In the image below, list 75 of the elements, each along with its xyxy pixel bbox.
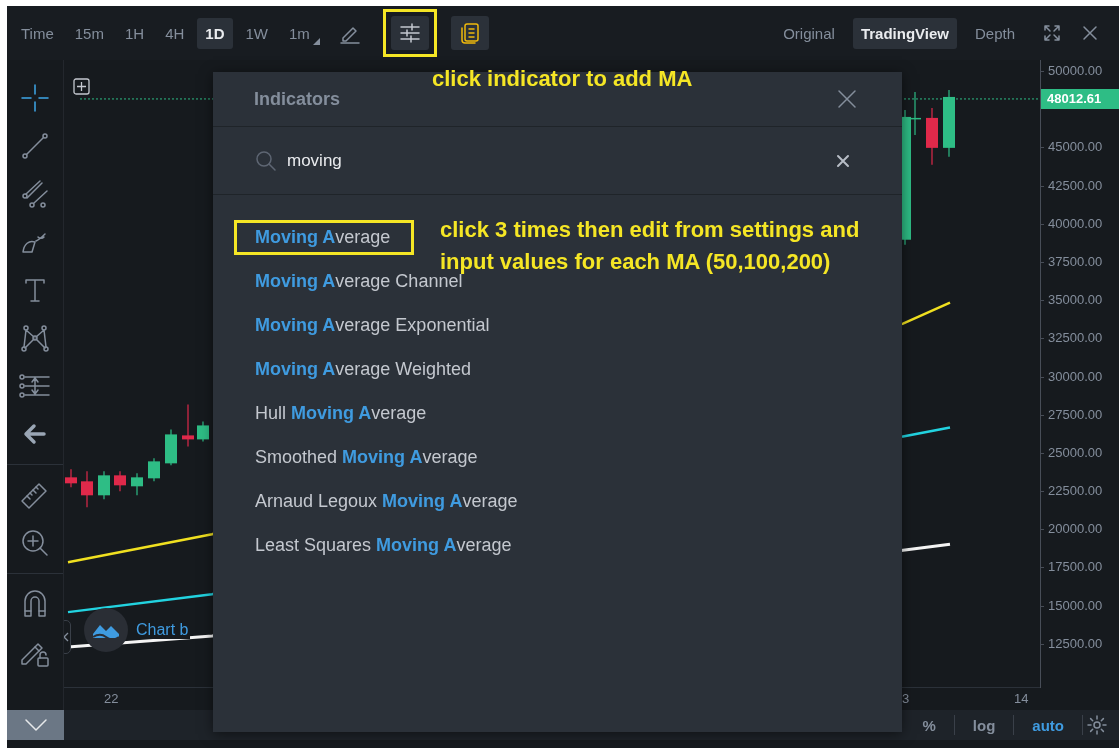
price-label: 15000.00 [1041,595,1119,634]
close-icon [837,89,857,109]
pattern-icon[interactable] [20,323,50,353]
candle [165,428,177,466]
indicator-result[interactable]: Moving Average [234,220,415,255]
candle [148,457,160,482]
interval-tab[interactable]: 15m [66,17,112,49]
add-icon[interactable] [73,78,90,95]
time-label: 22 [104,691,119,706]
interval-tab[interactable]: 1H [116,17,153,49]
price-label: 32500.00 [1041,328,1119,367]
pitchfork-icon[interactable] [20,179,50,209]
price-label: 35000.00 [1041,290,1119,329]
view-tab[interactable]: Original [775,17,843,49]
magnet-icon[interactable] [21,589,49,619]
indicator-result[interactable]: Moving Average Weighted [234,352,496,387]
price-label: 20000.00 [1041,519,1119,558]
measure-icon[interactable] [18,371,52,401]
indicator-result[interactable]: Moving Average Exponential [234,308,514,343]
logo-icon [84,608,128,652]
trend-line-icon[interactable] [20,131,50,161]
crosshair-icon[interactable] [20,83,50,113]
view-tab[interactable]: TradingView [852,17,957,49]
indicator-result[interactable]: Arnaud Legoux Moving Average [234,484,542,519]
indicator-result[interactable]: Least Squares Moving Average [234,528,536,563]
last-price-tag: 48012.61 [1041,89,1119,109]
notebook-icon[interactable] [458,22,481,44]
search-field[interactable]: moving [287,146,814,175]
interval-tab[interactable]: 1m [281,17,318,49]
price-label: 12500.00 [1041,633,1119,672]
view-tab[interactable]: Depth [966,17,1023,49]
templates-button[interactable] [450,16,489,50]
interval-tab[interactable]: 1D [197,17,233,49]
expand-icon [1043,24,1061,42]
interval-tab[interactable]: 1W [237,17,277,49]
attribution-link[interactable]: Chart b [134,621,191,639]
time-label: 3 [902,691,910,706]
candle [926,107,938,166]
chevron-down-icon [23,717,48,733]
arrow-left-icon[interactable] [22,421,48,447]
close-icon [1081,24,1099,42]
zoom-in-icon[interactable] [20,528,50,558]
candle [131,472,143,496]
scale-toggle[interactable]: % [904,715,955,735]
price-label: 17500.00 [1041,557,1119,596]
indicator-result[interactable]: Hull Moving Average [234,396,451,431]
interval-tab[interactable]: Time [13,17,62,49]
price-label: 40000.00 [1041,213,1119,252]
candle [98,470,110,500]
annotation-text: click 3 times then edit from settings and input values for each MA (50,100,200) [440,216,861,274]
candle [81,470,93,508]
candle [114,470,126,492]
price-label: 22500.00 [1041,481,1119,520]
price-label: 37500.00 [1041,251,1119,291]
candle [197,420,209,442]
clear-icon [836,153,850,168]
price-label: 25000.00 [1041,442,1119,482]
scale-toggle[interactable]: auto [1014,715,1083,735]
scale-toggle[interactable]: log [954,715,1015,735]
sliders-icon[interactable] [398,23,421,43]
candle [943,89,955,158]
price-label: 45000.00 [1041,137,1119,176]
time-label: 14 [1014,691,1029,706]
indicators-button[interactable] [390,16,429,50]
price-label: 30000.00 [1041,366,1119,405]
candle [65,468,77,488]
search-icon [255,149,277,172]
candle [182,403,194,447]
indicator-result[interactable]: Smoothed Moving Average [234,440,502,475]
dialog-title: Indicators [254,88,341,110]
price-label: 42500.00 [1041,175,1119,214]
settings-icon [1087,715,1107,735]
interval-tab[interactable]: 4H [157,17,193,49]
annotation-text: click indicator to add MA [432,65,693,93]
price-label: 27500.00 [1041,404,1119,443]
